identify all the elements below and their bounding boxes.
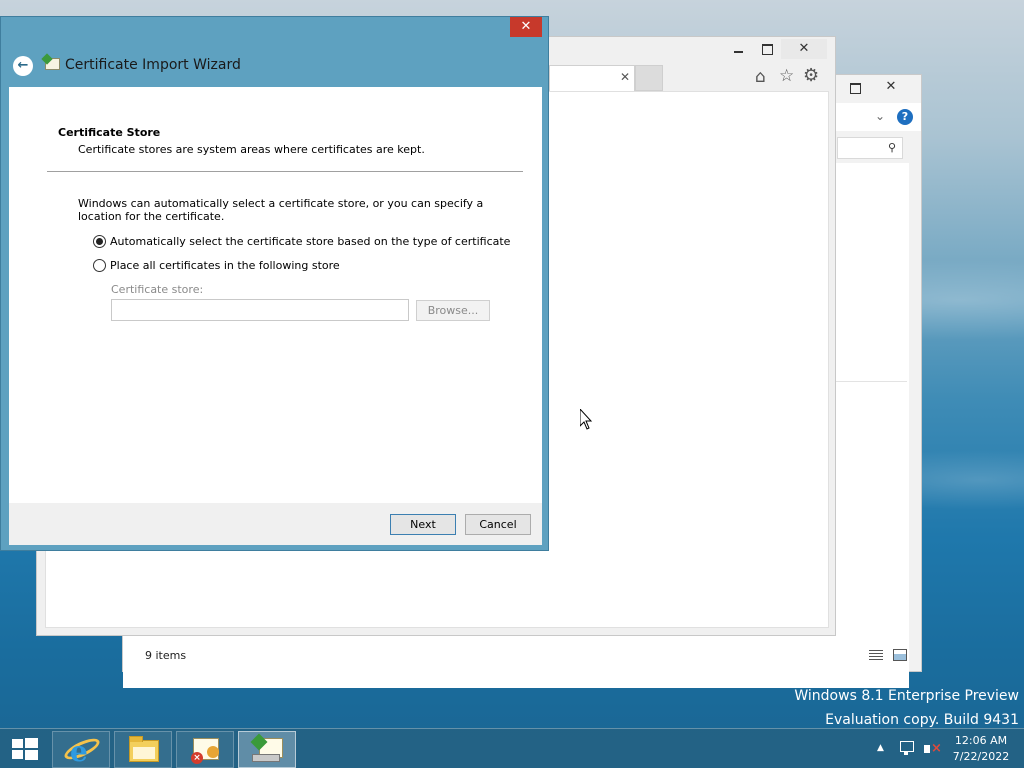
next-button[interactable]: Next [390,514,456,535]
clock-time[interactable]: 12:06 AM [946,733,1016,749]
maximize-button[interactable] [843,77,867,97]
radio-place-in-store[interactable] [93,259,106,272]
divider [47,171,523,172]
folder-icon [129,736,159,762]
wizard-footer: Next Cancel [9,503,542,545]
cancel-button[interactable]: Cancel [465,514,531,535]
option-place-in-store[interactable]: Place all certificates in the following … [93,259,340,272]
certificate-import-icon [43,55,61,73]
large-icons-view-icon[interactable] [893,649,907,661]
os-watermark: Windows 8.1 Enterprise Preview Evaluatio… [794,684,1019,732]
close-button[interactable]: ✕ [781,39,827,59]
search-icon[interactable]: ⚲ [888,141,896,154]
status-item-count: 9 items [145,649,187,662]
close-button[interactable]: ✕ [869,77,913,97]
help-icon[interactable]: ? [897,109,913,125]
search-input[interactable]: ⚲ [837,137,903,159]
favorites-star-icon[interactable]: ☆ [779,66,794,86]
store-description: Windows can automatically select a certi… [78,197,484,223]
certificate-store-label: Certificate store: [111,283,204,296]
browse-button: Browse... [416,300,490,321]
certificate-import-wizard-dialog[interactable]: ✕ ← Certificate Import Wizard Certificat… [0,16,549,551]
taskbar-file-explorer[interactable] [114,731,172,768]
system-clock[interactable]: 12:06 AM 7/22/2022 [946,733,1016,765]
watermark-edition: Windows 8.1 Enterprise Preview [794,688,1019,704]
clock-date[interactable]: 7/22/2022 [946,749,1016,765]
close-button[interactable]: ✕ [510,17,542,37]
dialog-title: Certificate Import Wizard [65,57,241,73]
back-arrow-icon[interactable]: ← [13,56,33,76]
internet-explorer-icon: e [70,735,88,768]
taskbar-certificate-import-wizard[interactable] [238,731,296,768]
taskbar-certificate-manager[interactable]: × [176,731,234,768]
taskbar-internet-explorer[interactable]: e [52,731,110,768]
windows-logo-icon[interactable] [12,738,38,760]
details-view-icon[interactable] [869,649,883,661]
tray-shape [252,754,280,762]
start-button[interactable] [0,729,48,768]
certificate-seal-shape [207,746,219,758]
maximize-button[interactable] [755,39,779,59]
section-heading: Certificate Store [58,126,161,139]
new-tab-button[interactable] [635,65,663,91]
option-manual-label[interactable]: Place all certificates in the following … [110,259,340,272]
gear-icon[interactable]: ⚙ [803,65,819,86]
network-icon[interactable] [898,741,916,757]
volume-muted-icon[interactable] [922,741,942,757]
browser-tab[interactable]: ✕ [549,65,635,91]
chevron-down-icon[interactable]: ⌄ [875,109,885,123]
radio-auto-select[interactable] [93,235,106,248]
tab-close-icon[interactable]: ✕ [620,70,630,84]
divider [835,381,907,382]
error-badge-icon: × [191,752,203,764]
section-subheading: Certificate stores are system areas wher… [78,143,425,156]
wizard-content-panel: Certificate Store Certificate stores are… [9,87,542,503]
home-icon[interactable]: ⌂ [755,67,766,87]
show-hidden-icons-chevron-icon[interactable]: ▲ [877,743,884,753]
option-auto-label[interactable]: Automatically select the certificate sto… [110,235,510,248]
certificate-store-field [111,299,409,321]
option-auto-select-store[interactable]: Automatically select the certificate sto… [93,235,510,248]
taskbar: e × ▲ 12:06 AM 7/22/2022 [0,728,1024,768]
minimize-button[interactable] [727,39,751,59]
